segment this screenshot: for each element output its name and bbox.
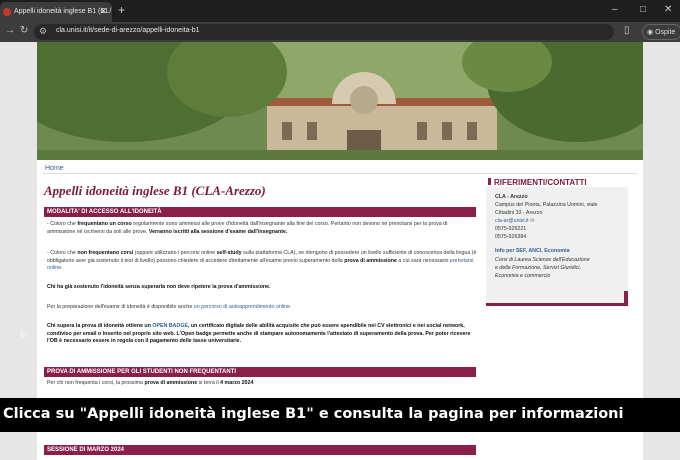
maximize-icon[interactable]: □	[640, 4, 646, 15]
info-title: Info per SEF, ANCI, Economia	[495, 248, 570, 254]
info-line: Corsi di Laurea Scienze dell'Educazione	[495, 257, 590, 263]
address-bar[interactable]: ⚙ cla.unisi.it/it/sede-di-arezzo/appelli…	[34, 24, 614, 40]
text: .	[61, 265, 63, 271]
site-info-icon[interactable]: ⚙	[39, 26, 47, 37]
reload-icon[interactable]: ↻	[20, 25, 28, 36]
profile-icon: ◉	[647, 29, 656, 36]
side-panel-icon[interactable]: ▯	[624, 25, 630, 36]
contact-phone: 0575-926384	[495, 234, 527, 240]
paragraph-frequentanti: - Coloro che frequentano un corso regola…	[47, 221, 477, 236]
contact-email-link[interactable]: cla-ar@unisi.it ✉	[495, 218, 535, 224]
sidebar-corner-mark	[624, 291, 628, 305]
paragraph-no-repeat: Chi ha già sostenuto l'idoneità senza su…	[47, 284, 477, 292]
text-bold: prova di ammissione	[144, 380, 198, 386]
info-line: Economia e commercio	[495, 273, 551, 279]
tab-strip: Appelli idoneità inglese B1 (CL/ ✕ + – □…	[0, 0, 680, 22]
instruction-caption: Clicca su "Appelli idoneità inglese B1" …	[0, 398, 680, 432]
text: Per la preparazione dell'esame di idonei…	[47, 304, 194, 310]
header-photo	[37, 42, 643, 160]
paragraph-admission-date: Per chi non frequenta i corsi, la prossi…	[47, 380, 477, 388]
profile-button[interactable]: ◉ Ospite	[642, 24, 680, 40]
text-bold: Chi supera la prova di idoneità ottiene …	[47, 323, 153, 329]
site-favicon-icon	[3, 8, 11, 16]
sidebar-underline	[486, 303, 628, 306]
paragraph-preparation: Per la preparazione dell'esame di idonei…	[47, 304, 477, 312]
close-window-icon[interactable]: ✕	[664, 4, 672, 15]
breadcrumb-home[interactable]: Home	[45, 165, 64, 172]
browser-toolbar: → ↻ ⚙ cla.unisi.it/it/sede-di-arezzo/app…	[0, 22, 680, 42]
paragraph-open-badge: Chi supera la prova di idoneità ottiene …	[47, 323, 477, 346]
text-bold: Verranno iscritti alla sessione d'esame …	[148, 228, 288, 235]
text-bold: 4 marzo 2024	[220, 380, 254, 386]
text-bold: frequentano un corso	[77, 221, 132, 227]
self-learning-link[interactable]: un percorso di autoapprendimento online	[194, 304, 290, 310]
contact-address: Campus del Pionta, Palazzina Uomini, via…	[495, 202, 598, 208]
paragraph-non-frequentanti: - Coloro che non frequentano corsi (oppu…	[47, 250, 477, 273]
section-heading-access: MODALITA' DI ACCESSO ALL'IDONEITÀ	[44, 207, 476, 217]
heading-marker-icon	[488, 178, 491, 185]
new-tab-icon[interactable]: +	[118, 3, 125, 17]
mail-icon: ✉	[530, 218, 535, 224]
browser-tab[interactable]: Appelli idoneità inglese B1 (CL/ ✕	[0, 2, 112, 22]
text: - Coloro che	[47, 250, 78, 256]
text-bold: self-study	[216, 250, 242, 256]
page-title: Appelli idoneità inglese B1 (CLA-Arezzo)	[44, 183, 266, 198]
close-tab-icon[interactable]: ✕	[99, 6, 107, 17]
section-heading-session: SESSIONE DI MARZO 2024	[44, 445, 476, 455]
text: (oppure utilizzano i percorsi online	[133, 250, 217, 256]
contacts-box: CLA - Arezzo Campus del Pionta, Palazzin…	[486, 187, 628, 303]
text-bold: prova di ammissione	[344, 257, 397, 264]
text: - Coloro che	[47, 221, 78, 227]
minimize-icon[interactable]: –	[612, 4, 618, 15]
text-bold: Chi ha già sostenuto l'idoneità senza su…	[47, 284, 271, 290]
tab-title: Appelli idoneità inglese B1 (CL/	[14, 8, 112, 15]
text: Per chi non frequenta i corsi, la prossi…	[47, 380, 145, 386]
open-badge-link[interactable]: OPEN BADGE	[152, 323, 188, 329]
contact-address: Cittadini 33 - Arezzo	[495, 210, 543, 216]
url-text: cla.unisi.it/it/sede-di-arezzo/appelli-i…	[56, 27, 200, 34]
contact-phone: 0575-926221	[495, 226, 527, 232]
text-bold: non frequentano corsi	[77, 250, 134, 256]
contact-name: CLA - Arezzo	[495, 194, 528, 200]
forward-icon[interactable]: →	[5, 25, 15, 36]
info-line: e della Formazione, Servizi Giuridici,	[495, 265, 581, 271]
section-heading-admission: PROVA DI AMMISSIONE PER GLI STUDENTI NON…	[44, 367, 476, 377]
sidebar-heading-text: RIFERIMENTI/CONTATTI	[494, 178, 587, 187]
breadcrumb-divider	[43, 173, 637, 174]
text: si terrà il	[197, 380, 221, 386]
sidebar-heading: RIFERIMENTI/CONTATTI	[488, 178, 587, 187]
screen: Appelli idoneità inglese B1 (CL/ ✕ + – □…	[0, 0, 680, 460]
contact-email: cla-ar@unisi.it	[495, 218, 529, 224]
text: .	[290, 304, 292, 310]
text: a cui sarà necessario	[396, 257, 450, 264]
profile-label: Ospite	[655, 29, 676, 36]
